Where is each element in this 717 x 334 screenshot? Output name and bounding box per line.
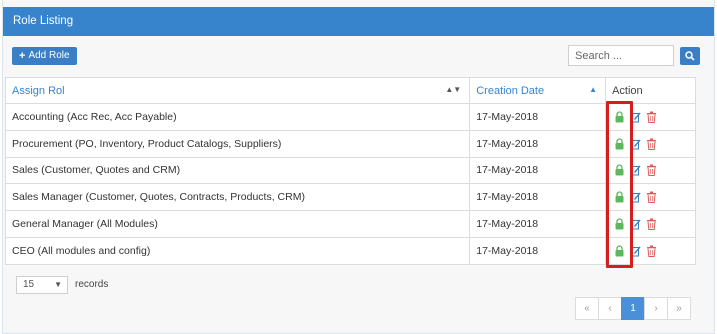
sort-asc-icon: ▲ xyxy=(589,84,598,94)
add-role-label: Add Role xyxy=(28,50,70,61)
pagination-first[interactable]: « xyxy=(575,297,599,320)
action-highlight-box xyxy=(606,101,633,268)
pagination: « ‹ 1 › » xyxy=(575,297,691,320)
column-label: Creation Date xyxy=(476,84,545,97)
role-name-cell: CEO (All modules and config) xyxy=(4,236,471,265)
add-role-button[interactable]: + Add Role xyxy=(12,47,77,65)
creation-date-cell: 17-May-2018 xyxy=(469,156,607,185)
pagination-prev[interactable]: ‹ xyxy=(598,297,622,320)
pagination-current[interactable]: 1 xyxy=(621,297,645,320)
column-label: Assign Rol xyxy=(12,84,65,97)
creation-date-cell: 17-May-2018 xyxy=(469,103,607,131)
page-size-select[interactable]: 15 ▼ xyxy=(16,276,68,294)
table-row: Procurement (PO, Inventory, Product Cata… xyxy=(4,129,696,158)
trash-icon[interactable] xyxy=(646,164,657,177)
table-row: CEO (All modules and config) 17-May-2018 xyxy=(4,236,696,265)
column-label: Action xyxy=(612,84,643,97)
creation-date-cell: 17-May-2018 xyxy=(469,210,607,238)
records-label: records xyxy=(75,279,109,290)
trash-icon[interactable] xyxy=(646,138,657,150)
role-name-cell: Procurement (PO, Inventory, Product Cata… xyxy=(4,129,471,158)
column-header-creation-date[interactable]: Creation Date ▲ xyxy=(469,77,607,104)
table-row: Sales Manager (Customer, Quotes, Contrac… xyxy=(4,183,696,212)
sort-icon: ▲▼ xyxy=(445,84,462,94)
role-name-cell: Sales Manager (Customer, Quotes, Contrac… xyxy=(4,183,471,212)
plus-icon: + xyxy=(19,50,26,62)
table-row: Accounting (Acc Rec, Acc Payable) 17-May-… xyxy=(4,103,696,131)
chevron-down-icon: ▼ xyxy=(54,280,62,289)
table-row: General Manager (All Modules) 17-May-2018 xyxy=(4,210,696,238)
table-header-row: Assign Rol ▲▼ Creation Date ▲ Action xyxy=(4,77,696,104)
creation-date-cell: 17-May-2018 xyxy=(469,236,607,265)
creation-date-cell: 17-May-2018 xyxy=(469,183,607,212)
panel-title: Role Listing xyxy=(3,7,714,36)
page-size-value: 15 xyxy=(23,279,35,290)
role-name-cell: Accounting (Acc Rec, Acc Payable) xyxy=(4,103,471,131)
search-button[interactable] xyxy=(680,46,700,65)
search-bar xyxy=(568,45,700,66)
role-table: Assign Rol ▲▼ Creation Date ▲ Action Acc… xyxy=(4,77,696,265)
pagination-last[interactable]: » xyxy=(667,297,691,320)
trash-icon[interactable] xyxy=(646,111,657,123)
column-header-assign-role[interactable]: Assign Rol ▲▼ xyxy=(4,77,471,104)
search-input[interactable] xyxy=(568,45,674,66)
search-icon xyxy=(685,50,695,61)
trash-icon[interactable] xyxy=(646,218,657,231)
table-row: Sales (Customer, Quotes and CRM) 17-May-2… xyxy=(4,156,696,185)
role-name-cell: Sales (Customer, Quotes and CRM) xyxy=(4,156,471,185)
trash-icon[interactable] xyxy=(646,245,657,257)
role-name-cell: General Manager (All Modules) xyxy=(4,210,471,238)
pagination-next[interactable]: › xyxy=(644,297,668,320)
trash-icon[interactable] xyxy=(646,191,657,204)
creation-date-cell: 17-May-2018 xyxy=(469,129,607,158)
column-header-action: Action xyxy=(605,77,696,104)
